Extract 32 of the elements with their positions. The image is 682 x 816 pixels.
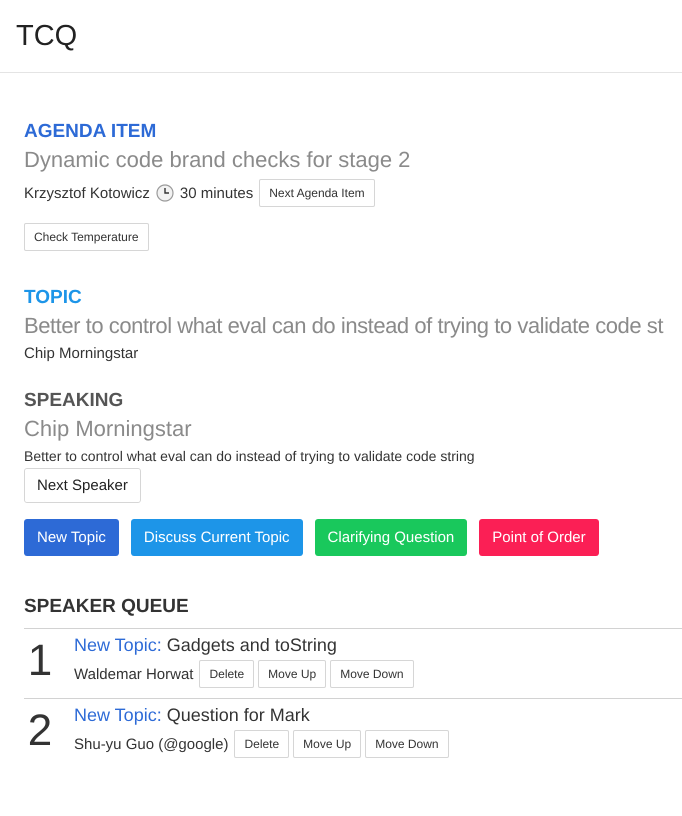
app-title: TCQ <box>16 20 78 52</box>
clock-icon <box>156 184 174 202</box>
section-heading: SPEAKING <box>24 390 124 412</box>
queue-button[interactable]: New Topic <box>24 519 119 556</box>
entry-action-button[interactable]: Move Up <box>258 660 326 688</box>
queue-number: 2 <box>26 705 54 757</box>
owner-name: Krzysztof Kotowicz <box>24 184 150 202</box>
next-agenda-item-button[interactable]: Next Agenda Item <box>259 179 375 207</box>
entry-action-button[interactable]: Move Down <box>330 660 414 688</box>
entry-action-button[interactable]: Move Down <box>365 730 449 758</box>
section-heading: TOPIC <box>24 287 83 309</box>
queue-number: 1 <box>26 635 54 687</box>
check-temperature-button[interactable]: Check Temperature <box>24 223 148 251</box>
entry-action-button[interactable]: Move Up <box>293 730 362 758</box>
topic-title: Better to control what eval can do instead of trying to validate code st <box>24 313 664 339</box>
topic-speaker: Chip Morningstar <box>24 345 138 362</box>
entry-action-button[interactable]: Delete <box>199 660 254 688</box>
entry-type: New Topic: <box>74 705 162 725</box>
speaker-topic: Better to control what eval can do instead of trying to validate code string <box>24 448 475 464</box>
entry-topic: Gadgets and toString <box>166 635 337 655</box>
entry-speaker: Shu-yu Guo (@google) <box>74 736 228 752</box>
timebox: 30 minutes <box>180 184 254 202</box>
entry-action-button[interactable]: Delete <box>234 730 290 758</box>
queue-button[interactable]: Point of Order <box>479 519 599 556</box>
agenda-title: Dynamic code brand checks for stage 2 <box>24 147 412 173</box>
entry-type: New Topic: <box>74 635 162 655</box>
entry-topic: Question for Mark <box>166 705 310 725</box>
section-heading: SPEAKER QUEUE <box>24 596 190 618</box>
entry-speaker: Waldemar Horwat <box>74 666 194 682</box>
next-speaker-button[interactable]: Next Speaker <box>24 468 141 503</box>
speaker-name: Chip Morningstar <box>24 416 193 442</box>
section-heading: AGENDA ITEM <box>24 121 158 143</box>
